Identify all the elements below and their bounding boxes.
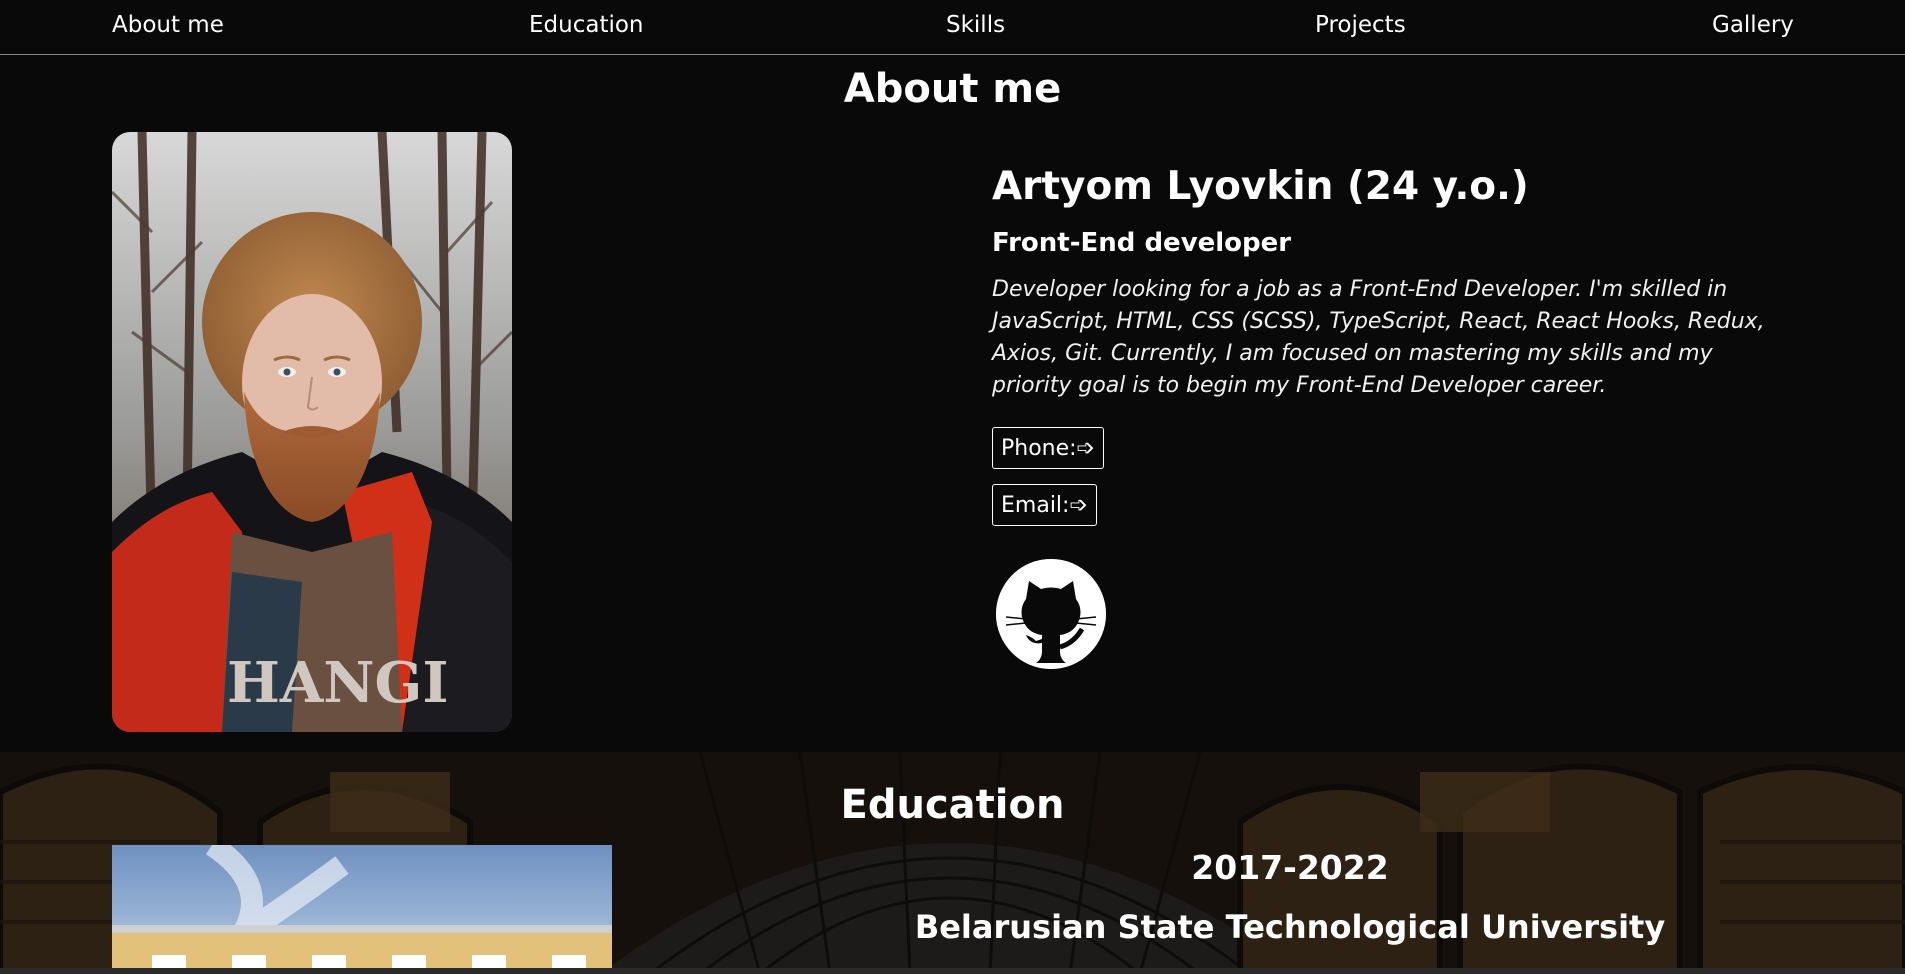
education-years: 2017-2022 bbox=[1191, 848, 1389, 887]
education-section-title: Education bbox=[840, 782, 1065, 828]
phone-button[interactable]: Phone:➩ bbox=[992, 427, 1104, 469]
nav-link-gallery[interactable]: Gallery bbox=[1712, 12, 1794, 38]
top-navigation: About me Education Skills Projects Galle… bbox=[0, 0, 1905, 55]
nav-link-projects[interactable]: Projects bbox=[1315, 12, 1406, 38]
profile-photo: HANGI bbox=[112, 132, 512, 732]
job-title: Front-End developer bbox=[992, 228, 1292, 258]
github-icon[interactable] bbox=[996, 559, 1106, 669]
nav-link-education[interactable]: Education bbox=[529, 12, 644, 38]
person-name: Artyom Lyovkin (24 y.o.) bbox=[992, 164, 1529, 209]
nav-link-skills[interactable]: Skills bbox=[946, 12, 1005, 38]
bio-text: Developer looking for a job as a Front-E… bbox=[992, 277, 1765, 398]
university-name: Belarusian State Technological Universit… bbox=[914, 908, 1666, 946]
horizontal-scrollbar[interactable] bbox=[0, 968, 1905, 974]
university-photo bbox=[112, 845, 612, 974]
about-section-title: About me bbox=[843, 66, 1062, 112]
nav-link-about-me[interactable]: About me bbox=[112, 12, 224, 38]
email-button[interactable]: Email:➩ bbox=[992, 484, 1097, 526]
svg-text:HANGI: HANGI bbox=[227, 650, 449, 716]
